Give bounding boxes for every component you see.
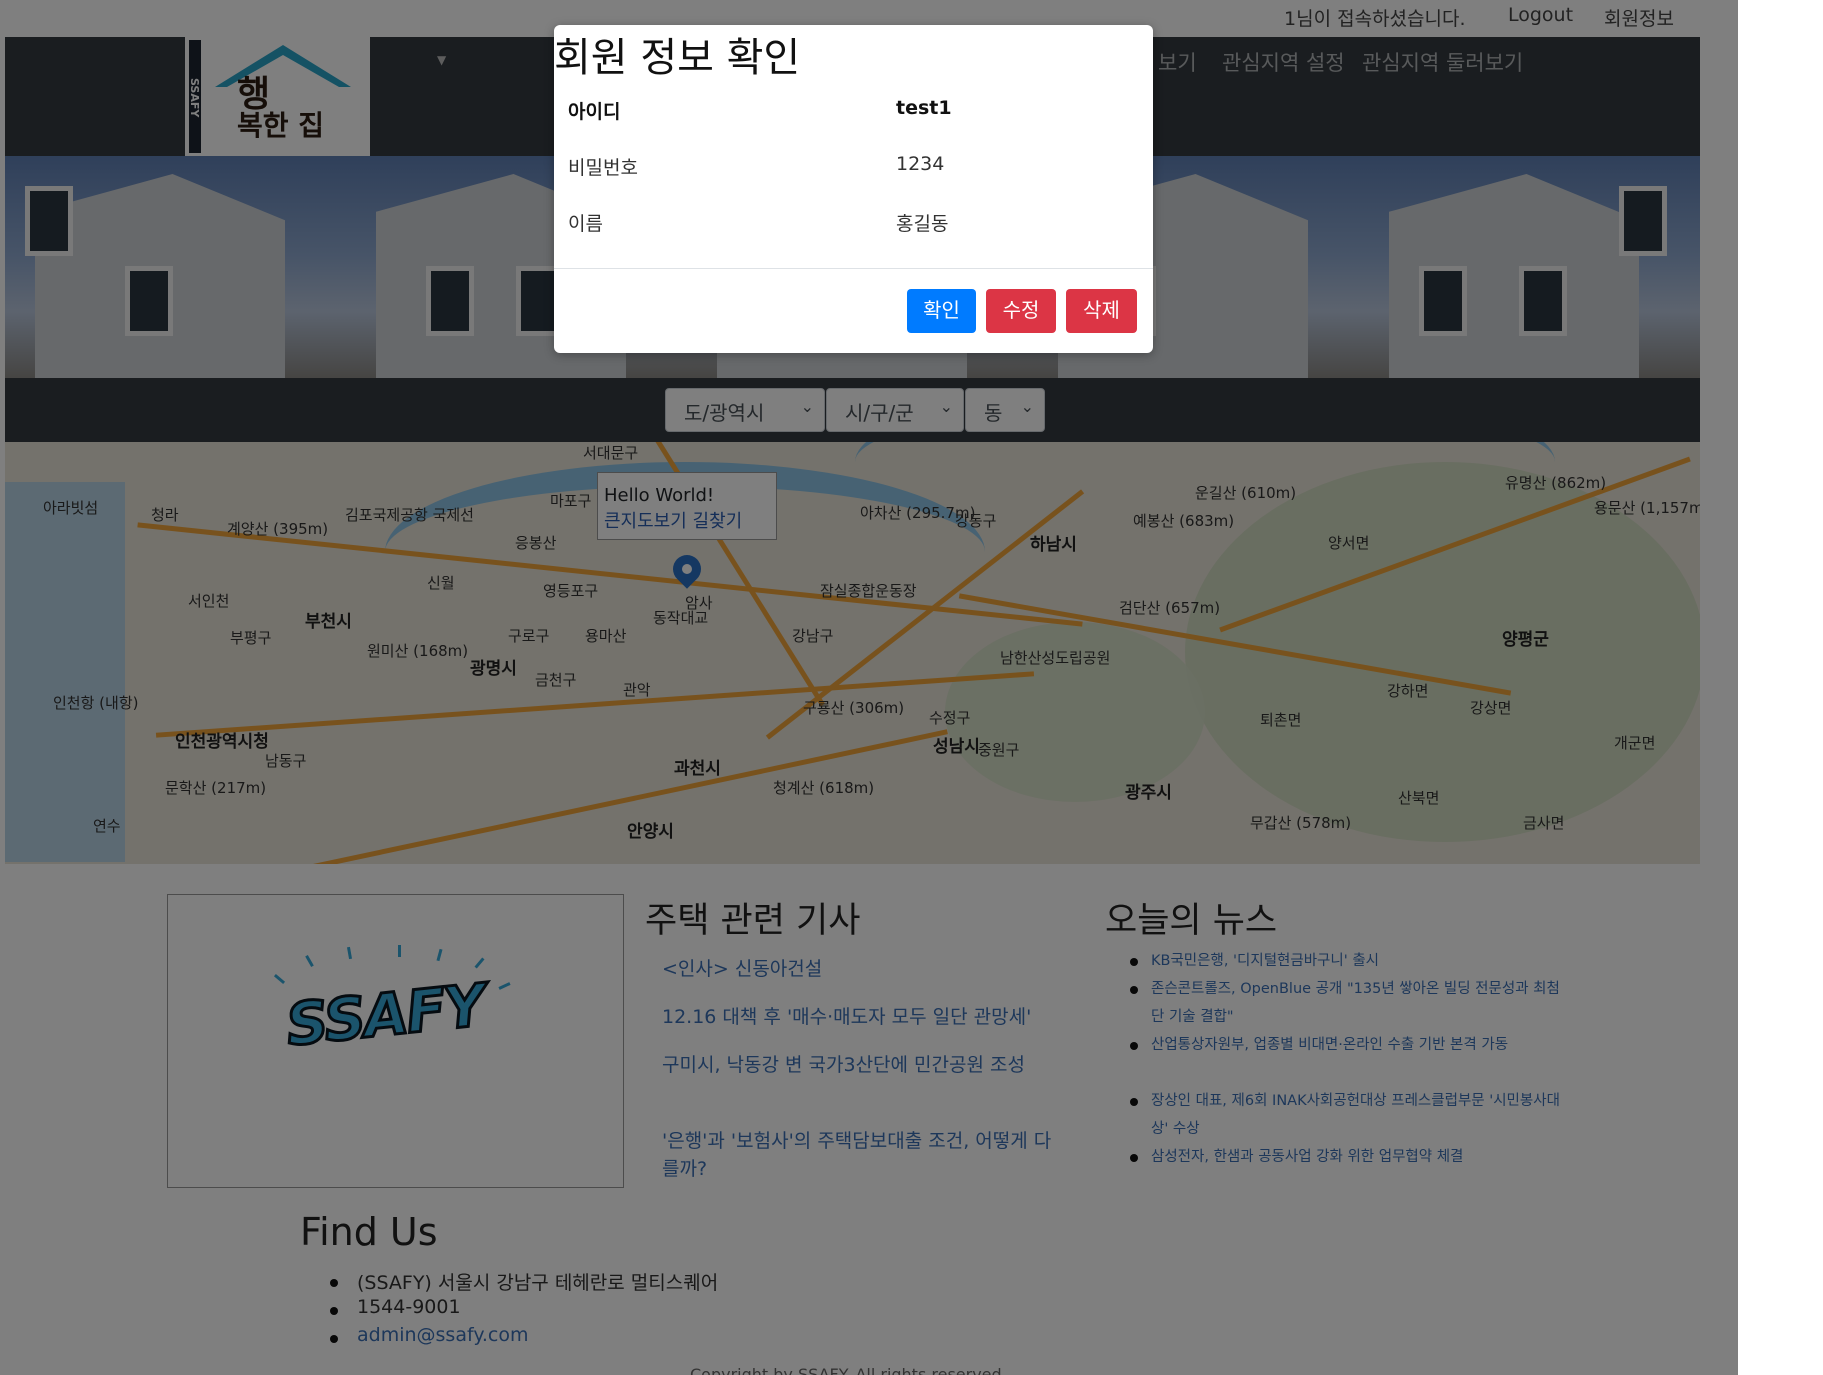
confirm-button[interactable]: 확인 <box>907 289 976 333</box>
delete-button[interactable]: 삭제 <box>1066 289 1137 333</box>
modal-row-value: test1 <box>896 97 952 119</box>
modal-row-label: 비밀번호 <box>568 157 638 179</box>
modal-divider <box>554 268 1153 269</box>
modal-title: 회원 정보 확인 <box>554 35 801 81</box>
edit-button[interactable]: 수정 <box>986 289 1056 333</box>
modal-row-label: 아이디 <box>568 101 621 123</box>
member-info-modal: 회원 정보 확인 아이디 test1 비밀번호 1234 이름 홍길동 확인 수… <box>554 25 1153 353</box>
modal-row-value: 1234 <box>896 153 945 175</box>
modal-row-label: 이름 <box>568 213 603 235</box>
modal-row-value: 홍길동 <box>896 213 949 235</box>
app-root: 1님이 접속하셨습니다. Logout 회원정보 SSAFY 행 복한 집 ▼ … <box>0 0 1738 1375</box>
